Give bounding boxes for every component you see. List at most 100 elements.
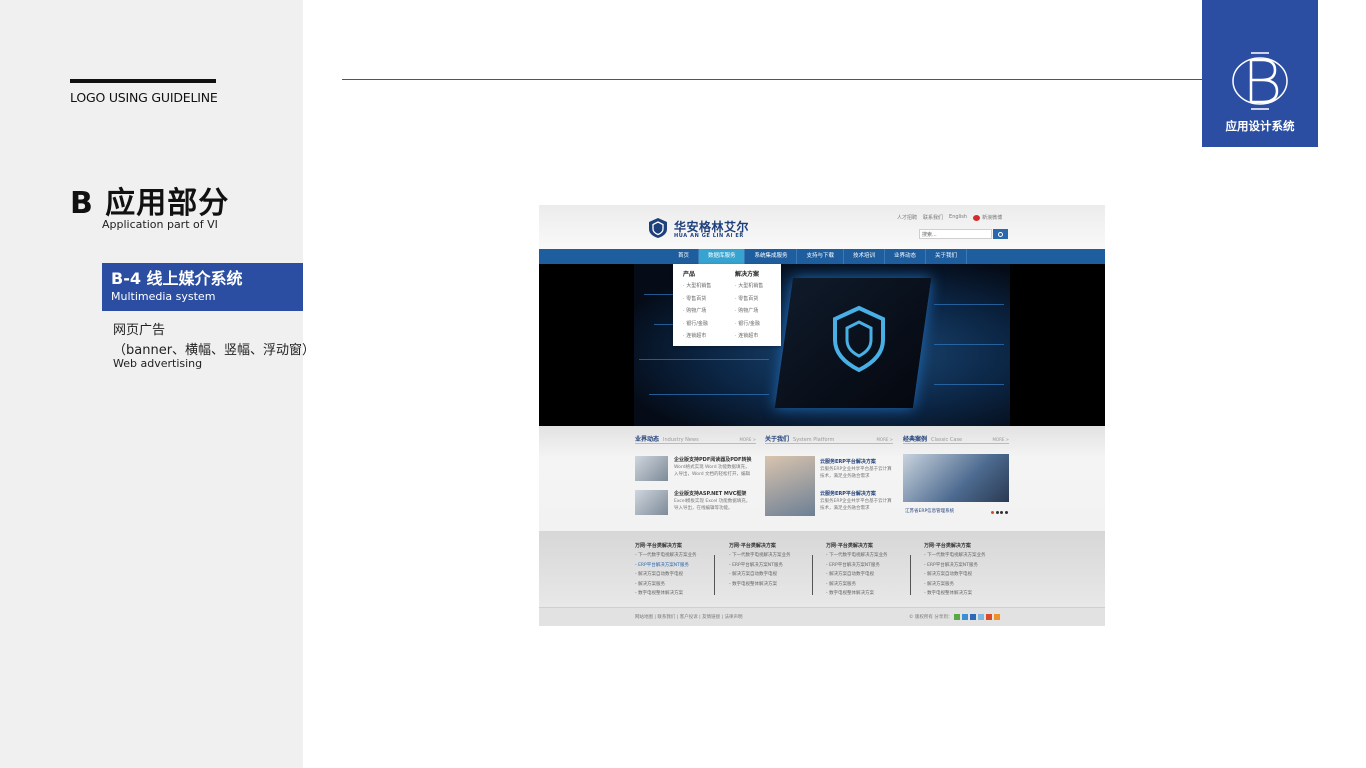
solution-head: 万网·平台类解决方案 [729,543,776,549]
site-nav: 首页 数据库服务 系统集成服务 支持与下载 技术培训 业界动态 关于我们 [539,249,1105,264]
sidebar-item-multimedia[interactable]: B-4 线上媒介系统 Multimedia system [102,263,303,311]
solution-link[interactable]: - 解决方案服务 [924,580,986,589]
shield-emblem-icon [833,305,885,373]
dropdown-item[interactable]: · 零售百货 [683,295,711,308]
column-divider [812,555,813,595]
share-bar: © 版权所有 分享到： [909,614,1001,620]
case-caption[interactable]: 江苏省ERP信息管理系统 [905,508,954,515]
dropdown-item[interactable]: · 购物广场 [735,307,763,320]
solution-link[interactable]: - 解决方案服务 [635,580,697,589]
site-solutions: 万网·平台类解决方案 - 下一代数字电视解决方案业务 - ERP平台解决方案NT… [539,531,1105,607]
nav-item-home[interactable]: 首页 [669,249,699,264]
solution-link[interactable]: - ERP平台解决方案NT服务 [826,561,888,570]
solution-link[interactable]: - ERP平台解决方案NT服务 [924,561,986,570]
weibo-label: 新浪微博 [982,215,1003,221]
dropdown-head: 解决方案 [735,271,760,278]
share-icon[interactable] [970,614,977,620]
solution-link[interactable]: - ERP平台解决方案NT服务 [635,561,697,570]
more-link[interactable]: MORE > [876,437,893,442]
share-icon[interactable] [954,614,961,620]
share-icon[interactable] [962,614,969,620]
share-icon[interactable] [986,614,993,620]
more-link[interactable]: MORE > [992,437,1009,442]
top-link[interactable]: 联系我们 [923,214,943,221]
news-desc: Excel模板实现 Excel 功能数据填充， [674,499,751,504]
dropdown-item[interactable]: · 连锁超市 [683,332,711,345]
dropdown-item[interactable]: · 大型机销售 [735,282,763,295]
solution-link[interactable]: - 数字电视整体解决方案 [729,580,791,589]
sidebar: LOGO USING GUIDELINE B 应用部分 Application … [0,0,315,768]
section-subtitle: Application part of VI [102,218,218,231]
about-image[interactable] [765,456,815,516]
carousel-dot[interactable] [1000,511,1003,514]
dropdown-item[interactable]: · 购物广场 [683,307,711,320]
carousel-dot[interactable] [1004,511,1008,514]
site-footer: 网站地图 | 联系我们 | 客户投诉 | 友情链接 | 法律声明 © 版权所有 … [539,607,1105,626]
solution-link[interactable]: - 下一代数字电视解决方案业务 [924,551,986,560]
nav-item-database[interactable]: 数据库服务 [698,249,746,264]
footer-links[interactable]: 网站地图 | 联系我们 | 客户投诉 | 友情链接 | 法律声明 [635,614,743,620]
nav-item-training[interactable]: 技术培训 [844,249,886,264]
solution-link[interactable]: - 解决方案自动数字电视 [826,570,888,579]
dropdown-item[interactable]: · 大型机销售 [683,282,711,295]
solution-link[interactable]: - 解决方案自动数字电视 [924,570,986,579]
about-title[interactable]: 云服务ERP平台解决方案 [820,458,876,465]
case-image[interactable] [903,454,1009,502]
weibo-link[interactable]: 新浪微博 [973,214,1002,221]
solution-link[interactable]: - 解决方案自动数字电视 [635,570,697,579]
carousel-dot[interactable] [995,511,999,514]
section-header-news: 业界动态 Industry News MORE > [635,436,756,444]
share-icon[interactable] [978,614,985,620]
solution-link[interactable]: - ERP平台解决方案NT服务 [729,561,791,570]
solution-column: 万网·平台类解决方案 - 下一代数字电视解决方案业务 - ERP平台解决方案NT… [729,542,791,589]
sub-item-title[interactable]: 网页广告 [113,322,165,339]
solution-head: 万网·平台类解决方案 [924,543,971,549]
column-divider [714,555,715,595]
dropdown-col-products: 产品 · 大型机销售 · 零售百货 · 购物广场 · 银行/金融 · 连锁超市 [683,269,711,345]
dropdown-item[interactable]: · 银行/金融 [683,320,711,333]
news-thumbnail[interactable] [635,456,668,481]
solution-column: 万网·平台类解决方案 - 下一代数字电视解决方案业务 - ERP平台解决方案NT… [635,542,697,598]
news-title[interactable]: 企业版支持PDF阅读器及PDF转换 [674,456,751,463]
dropdown-item[interactable]: · 零售百货 [735,295,763,308]
solution-link[interactable]: - 下一代数字电视解决方案业务 [635,551,697,560]
sidebar-item-subtitle: Multimedia system [111,290,216,303]
nav-dropdown: 产品 · 大型机销售 · 零售百货 · 购物广场 · 银行/金融 · 连锁超市 … [673,264,781,346]
more-link[interactable]: MORE > [739,437,756,442]
dropdown-col-solutions: 解决方案 · 大型机销售 · 零售百货 · 购物广场 · 银行/金融 · 连锁超… [735,269,763,345]
weibo-icon [973,214,981,221]
nav-item-news[interactable]: 业界动态 [885,249,927,264]
top-link[interactable]: 人才招聘 [897,214,917,221]
about-desc: 技术，满足业务融合需求 [820,506,870,511]
news-desc: 导入导出，在线编辑等功能。 [674,506,733,511]
guideline-bar [70,79,216,83]
about-title[interactable]: 云服务ERP平台解决方案 [820,490,876,497]
nav-item-about[interactable]: 关于我们 [926,249,968,264]
dropdown-item[interactable]: · 银行/金融 [735,320,763,333]
solution-link[interactable]: - 数字电视整体解决方案 [924,589,986,598]
solution-link[interactable]: - 数字电视整体解决方案 [635,589,697,598]
website-mockup: 华安格林艾尔 HUA AN GE LIN AI ER 人才招聘 联系我们 Eng… [539,205,1105,626]
guideline-label: LOGO USING GUIDELINE [70,90,218,105]
solution-link[interactable]: - 下一代数字电视解决方案业务 [826,551,888,560]
site-brand-en: HUA AN GE LIN AI ER [674,233,744,239]
site-search-button[interactable] [993,229,1008,239]
news-title[interactable]: 企业版支持ASP.NET MVC框架 [674,490,746,497]
share-icon[interactable] [994,614,1001,620]
b-monogram-icon [1232,52,1288,110]
site-content: 业界动态 Industry News MORE > 关于我们 System Plat… [539,426,1105,531]
shield-logo-icon[interactable] [647,217,669,239]
solution-link[interactable]: - 下一代数字电视解决方案业务 [729,551,791,560]
section-header-cases: 经典案例 Classic Case MORE > [903,436,1009,444]
site-search-input[interactable]: 搜索... [919,229,992,239]
dropdown-item[interactable]: · 连锁超市 [735,332,763,345]
solution-link[interactable]: - 数字电视整体解决方案 [826,589,888,598]
top-link[interactable]: English [949,214,967,221]
site-banner[interactable] [539,264,1105,477]
solution-link[interactable]: - 解决方案自动数字电视 [729,570,791,579]
news-thumbnail[interactable] [635,490,668,515]
nav-item-support[interactable]: 支持与下载 [797,249,844,264]
solution-link[interactable]: - 解决方案服务 [826,580,888,589]
nav-item-integration[interactable]: 系统集成服务 [745,249,798,264]
carousel-dot[interactable] [991,511,994,514]
